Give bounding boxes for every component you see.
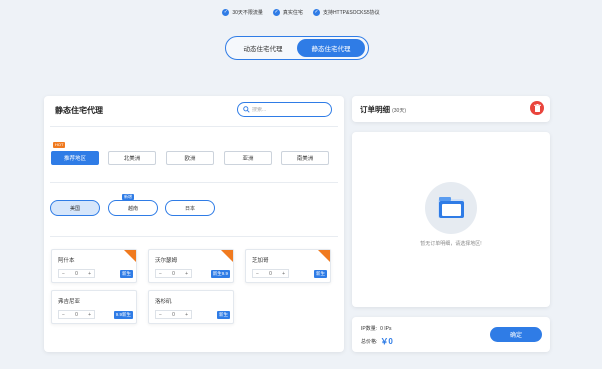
ip-count-label: IP数量: — [361, 326, 378, 332]
panel-title: 静态住宅代理 — [55, 106, 103, 115]
search-input[interactable] — [252, 106, 322, 113]
total-price-row: 总价格: ￥0 — [361, 336, 393, 347]
trash-icon — [533, 104, 541, 112]
corner-badge — [124, 250, 136, 262]
location-card[interactable]: 阿什本 − 0 + 新生 — [51, 249, 137, 283]
corner-badge — [318, 250, 330, 262]
divider — [50, 182, 338, 183]
location-card[interactable]: 弗吉尼亚 − 0 + 9.9新生 — [51, 290, 137, 324]
divider — [50, 126, 338, 127]
minus-button[interactable]: − — [159, 271, 162, 277]
total-price-value: ￥0 — [380, 337, 393, 346]
minus-button[interactable]: − — [62, 271, 65, 277]
plus-button[interactable]: + — [88, 312, 91, 318]
location-card[interactable]: 沃尔瑟姆 − 0 + 新生9.9 — [148, 249, 234, 283]
plus-button[interactable]: + — [88, 271, 91, 277]
minus-button[interactable]: − — [159, 312, 162, 318]
search-box[interactable] — [237, 102, 332, 117]
plus-button[interactable]: + — [185, 271, 188, 277]
quantity-value: 0 — [172, 270, 175, 277]
region-north-america[interactable]: 北美洲 — [108, 151, 156, 165]
check-icon: ✓ — [312, 9, 320, 16]
check-icon: ✓ — [222, 9, 230, 16]
price-tag: 9.9新生 — [113, 311, 133, 319]
order-title: 订单明细 (30天) — [360, 104, 406, 115]
divider — [50, 236, 338, 237]
feature-bar: ✓ 30天不限流量 ✓ 真实住宅 ✓ 支持HTTP&SOCKS5协议 — [0, 9, 602, 16]
location-name: 洛杉矶 — [155, 299, 172, 305]
feature-label: 30天不限流量 — [232, 10, 263, 16]
region-south-america[interactable]: 南美洲 — [281, 151, 329, 165]
quantity-value: 0 — [75, 311, 78, 318]
country-vietnam[interactable]: 越南 — [108, 200, 158, 216]
feature-item: ✓ 真实住宅 — [272, 9, 303, 16]
order-summary: IP数量: 0 IPs 总价格: ￥0 确定 — [352, 317, 550, 352]
ip-count-row: IP数量: 0 IPs — [361, 325, 392, 333]
plus-button[interactable]: + — [185, 312, 188, 318]
price-tag: 新生9.9 — [210, 270, 230, 278]
proxy-type-toggle: 动态住宅代理 静态住宅代理 — [225, 36, 369, 60]
order-detail-area: 暂无订单明细，请选择地区! — [352, 132, 550, 307]
quantity-stepper[interactable]: − 0 + — [58, 310, 95, 319]
location-name: 弗吉尼亚 — [58, 299, 81, 305]
feature-item: ✓ 支持HTTP&SOCKS5协议 — [312, 9, 380, 16]
quantity-value: 0 — [269, 270, 272, 277]
total-price-label: 总价格: — [361, 339, 378, 345]
delete-button[interactable] — [530, 101, 544, 115]
order-header: 订单明细 (30天) — [352, 96, 550, 122]
static-proxy-tab[interactable]: 静态住宅代理 — [297, 39, 365, 57]
empty-folder-icon — [425, 182, 477, 234]
feature-label: 支持HTTP&SOCKS5协议 — [322, 10, 380, 16]
quantity-stepper[interactable]: − 0 + — [252, 269, 289, 278]
price-tag: 新生 — [217, 311, 230, 319]
region-europe[interactable]: 欧洲 — [166, 151, 214, 165]
ip-count-value: 0 IPs — [380, 325, 392, 332]
region-recommended[interactable]: 推荐地区 — [51, 151, 99, 165]
feature-label: 真实住宅 — [282, 10, 303, 16]
dynamic-proxy-tab[interactable]: 动态住宅代理 — [229, 39, 297, 57]
static-proxy-panel: 静态住宅代理 HOT 推荐地区 北美洲 欧洲 亚洲 南美洲 新增 美国 越南 日… — [44, 96, 344, 352]
hot-badge: HOT — [53, 142, 66, 148]
check-icon: ✓ — [272, 9, 280, 16]
order-title-text: 订单明细 — [360, 105, 390, 114]
location-name: 芝加哥 — [252, 258, 269, 264]
price-tag: 新生 — [120, 270, 133, 278]
quantity-value: 0 — [172, 311, 175, 318]
quantity-value: 0 — [75, 270, 78, 277]
price-tag: 新生 — [314, 270, 327, 278]
empty-message: 暂无订单明细，请选择地区! — [420, 241, 482, 247]
minus-button[interactable]: − — [256, 271, 259, 277]
feature-item: ✓ 30天不限流量 — [222, 9, 263, 16]
country-japan[interactable]: 日本 — [165, 200, 215, 216]
quantity-stepper[interactable]: − 0 + — [58, 269, 95, 278]
location-name: 沃尔瑟姆 — [155, 258, 178, 264]
location-card[interactable]: 洛杉矶 − 0 + 新生 — [148, 290, 234, 324]
search-icon — [243, 106, 250, 113]
order-days: (30天) — [392, 108, 406, 114]
minus-button[interactable]: − — [62, 312, 65, 318]
region-asia[interactable]: 亚洲 — [224, 151, 272, 165]
location-card[interactable]: 芝加哥 − 0 + 新生 — [245, 249, 331, 283]
plus-button[interactable]: + — [282, 271, 285, 277]
country-usa[interactable]: 美国 — [50, 200, 100, 216]
corner-badge — [221, 250, 233, 262]
confirm-button[interactable]: 确定 — [490, 327, 542, 342]
quantity-stepper[interactable]: − 0 + — [155, 269, 192, 278]
quantity-stepper[interactable]: − 0 + — [155, 310, 192, 319]
location-name: 阿什本 — [58, 258, 75, 264]
